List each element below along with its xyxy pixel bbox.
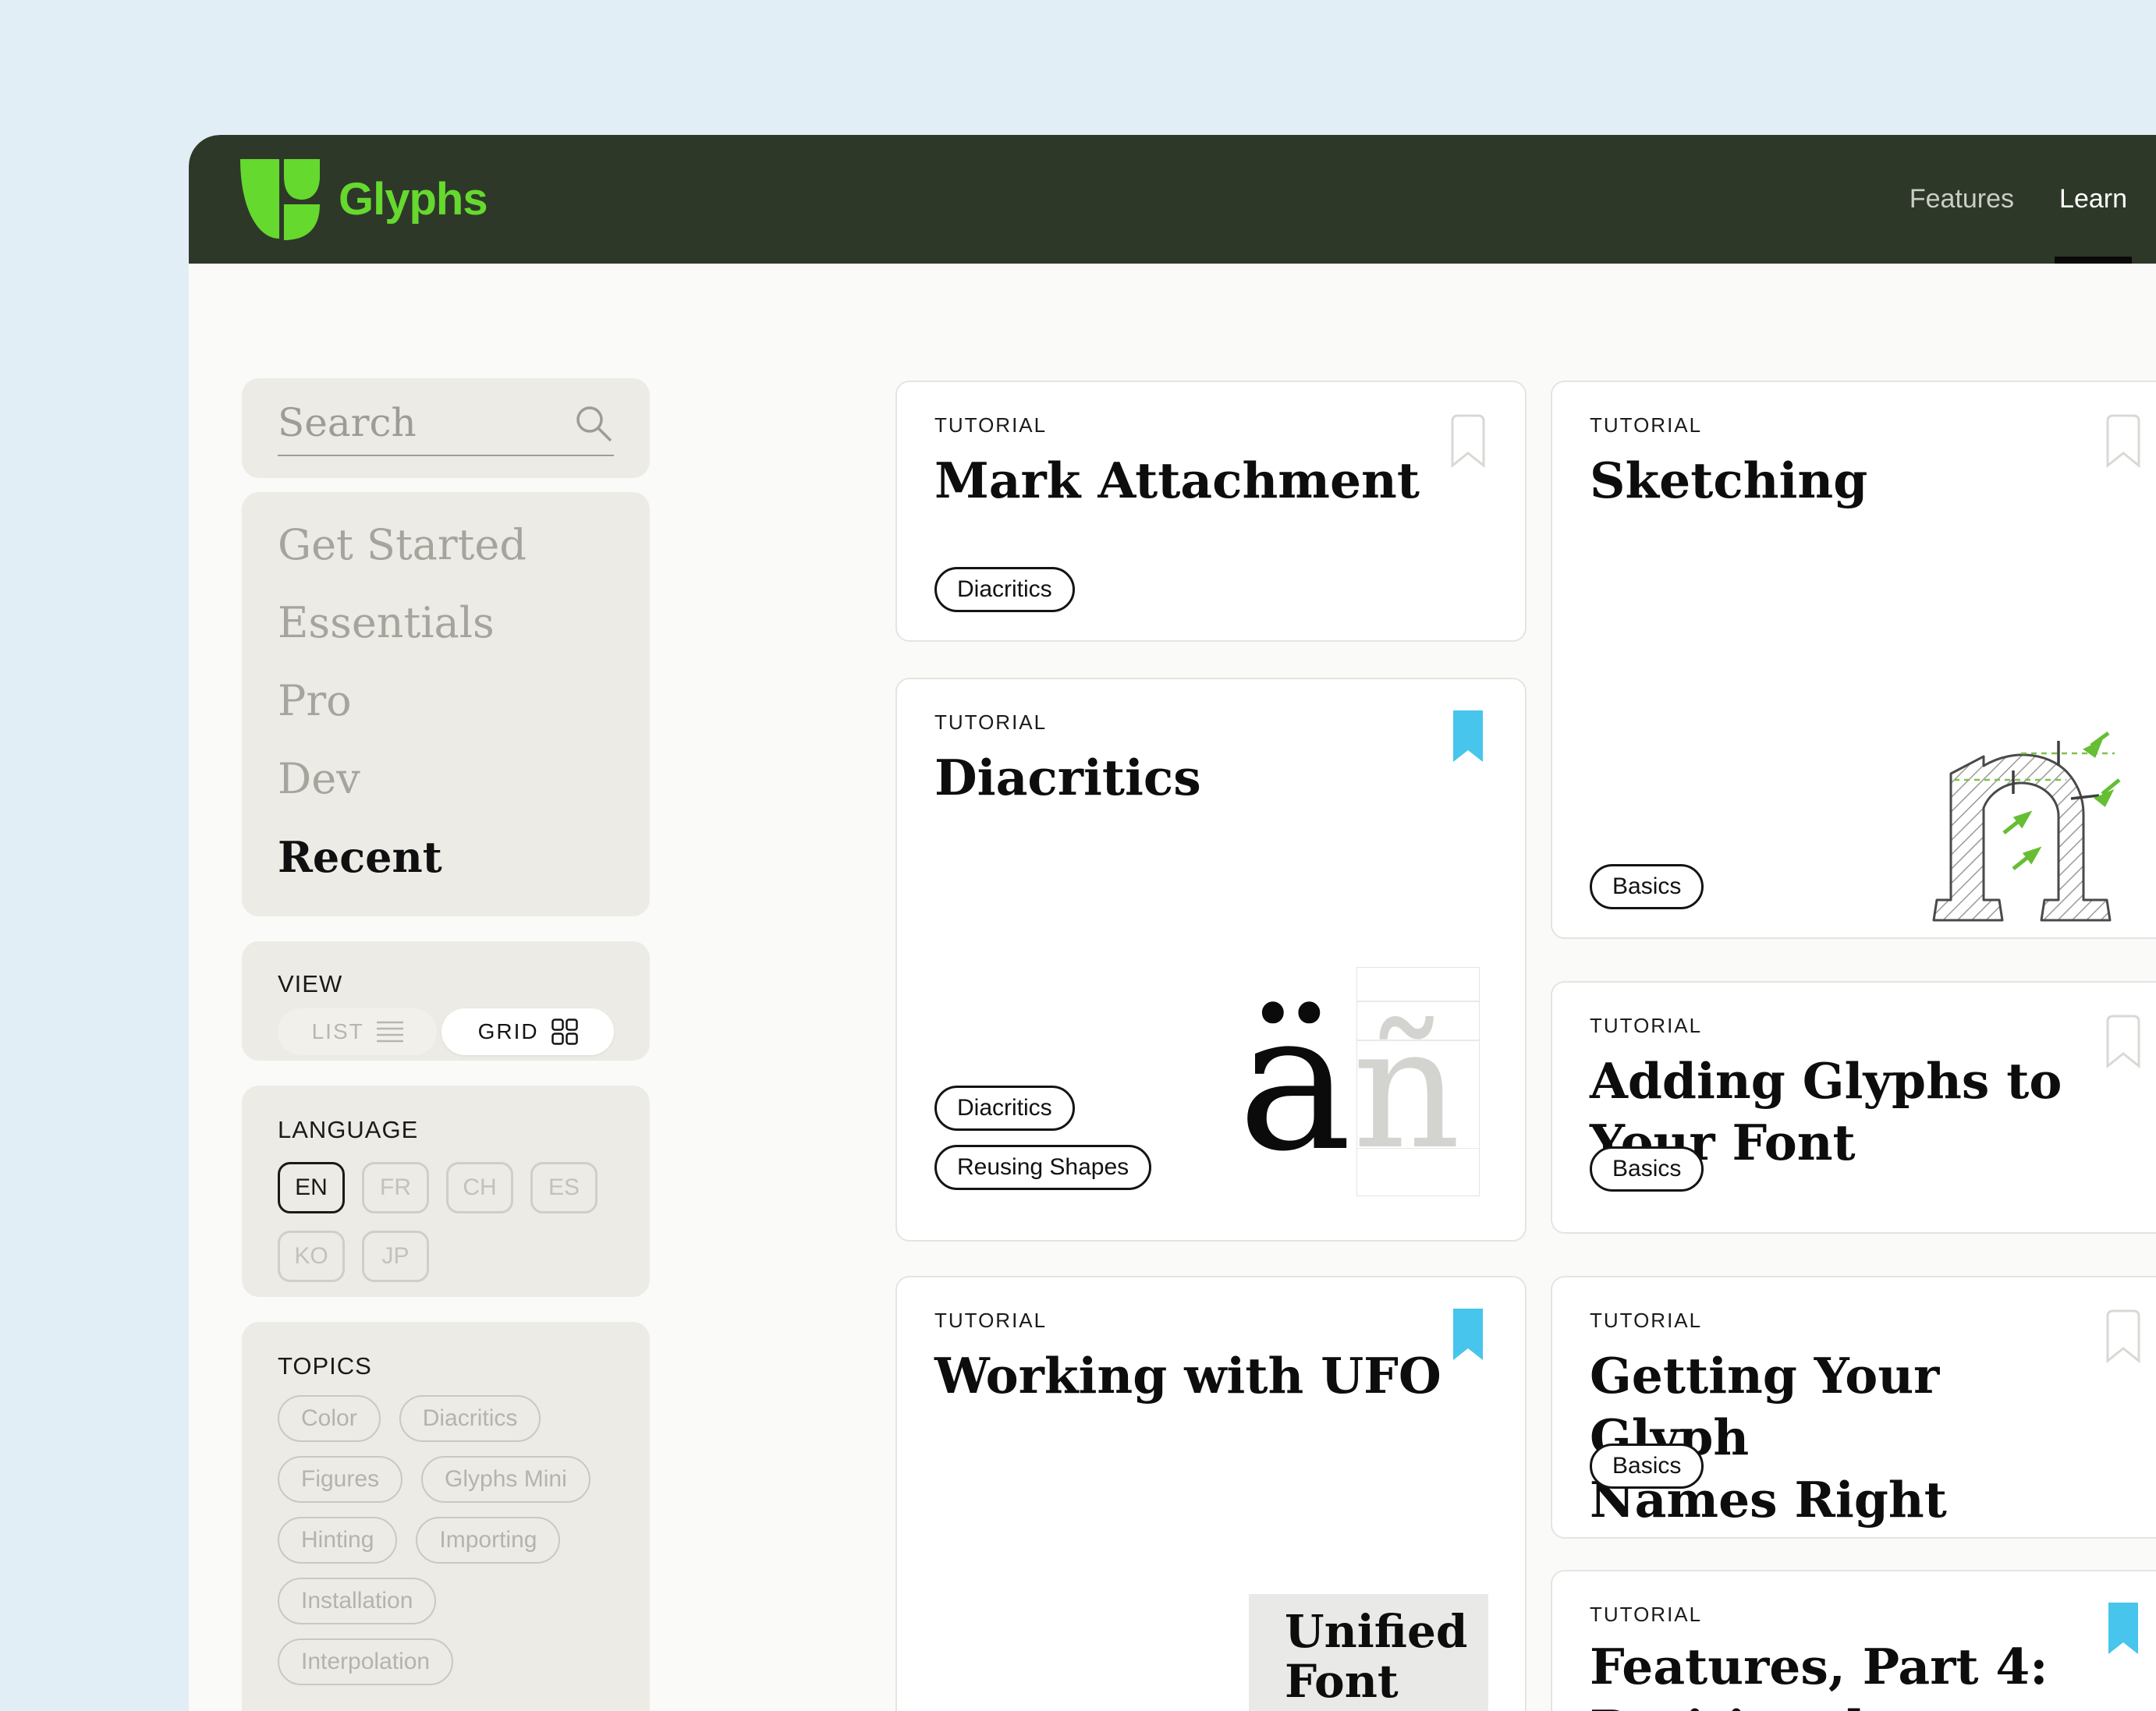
language-en-button[interactable]: EN — [278, 1162, 345, 1213]
card-mark-attachment[interactable]: TUTORIAL Mark Attachment Diacritics — [895, 381, 1527, 642]
bookmark-filled-icon[interactable] — [2105, 1603, 2141, 1657]
card-diacritics[interactable]: TUTORIAL Diacritics ñ ä Diacritics Reusi… — [895, 678, 1527, 1242]
sidebar-item-pro[interactable]: Pro — [278, 662, 614, 740]
nav-features[interactable]: Features — [1910, 135, 2014, 264]
bookmark-outline-icon[interactable] — [1450, 413, 1486, 468]
view-toggle: LIST GRID — [278, 1008, 614, 1055]
view-panel: VIEW LIST GRID — [242, 941, 650, 1061]
card-sketching[interactable]: TUTORIAL Sketching Basics — [1551, 381, 2156, 939]
card-kind: TUTORIAL — [1590, 1309, 1703, 1332]
sidebar: Get Started Essentials Pro Dev Recent VI… — [242, 378, 650, 1711]
tag-reusing-shapes[interactable]: Reusing Shapes — [934, 1145, 1152, 1190]
card-title: Working with UFO — [934, 1347, 1441, 1405]
topic-color[interactable]: Color — [278, 1395, 381, 1442]
search-input[interactable] — [278, 400, 535, 445]
topics-tags: Color Diacritics Figures Glyphs Mini Hin… — [278, 1395, 614, 1685]
topics-panel: TOPICS Color Diacritics Figures Glyphs M… — [242, 1322, 650, 1711]
card-tags: Diacritics Reusing Shapes — [934, 1086, 1152, 1190]
diacritics-figure: ñ ä — [1238, 967, 1480, 1196]
topic-diacritics[interactable]: Diacritics — [399, 1395, 541, 1442]
search-field[interactable] — [278, 400, 614, 456]
view-label: VIEW — [278, 970, 343, 997]
black-adieresis-glyph: ä — [1238, 971, 1353, 1193]
bookmark-outline-icon[interactable] — [2105, 1014, 2141, 1068]
list-icon — [376, 1021, 403, 1043]
view-grid-label: GRID — [477, 1019, 539, 1043]
card-adding-glyphs[interactable]: TUTORIAL Adding Glyphs to Your Font Basi… — [1551, 981, 2156, 1234]
language-row-2: KO JP — [278, 1231, 614, 1282]
language-label: LANGUAGE — [278, 1116, 419, 1143]
card-tags: Basics — [1590, 864, 1704, 909]
bookmark-filled-icon[interactable] — [1450, 1309, 1486, 1363]
card-title: Sketching — [1590, 452, 1868, 509]
card-title: Mark Attachment — [934, 452, 1420, 509]
topics-label: TOPICS — [278, 1352, 372, 1380]
ufo-text-line: Font — [1285, 1655, 1399, 1708]
language-row-1: EN FR CH ES — [278, 1162, 614, 1213]
language-es-button[interactable]: ES — [530, 1162, 598, 1213]
site-header: Glyphs Features Learn — [189, 135, 2156, 264]
topic-interpolation[interactable]: Interpolation — [278, 1638, 454, 1685]
bookmark-outline-icon[interactable] — [2105, 413, 2141, 468]
topic-importing[interactable]: Importing — [416, 1517, 561, 1564]
card-kind: TUTORIAL — [934, 710, 1048, 734]
view-list-label: LIST — [311, 1019, 364, 1043]
tag-basics[interactable]: Basics — [1590, 1444, 1704, 1489]
card-features-part-4[interactable]: TUTORIAL Features, Part 4: Positional Al… — [1551, 1570, 2156, 1711]
card-getting-glyph-names[interactable]: TUTORIAL Getting Your Glyph Names Right … — [1551, 1276, 2156, 1539]
search-icon[interactable] — [575, 405, 614, 444]
card-kind: TUTORIAL — [934, 413, 1048, 437]
topic-figures[interactable]: Figures — [278, 1456, 403, 1503]
ufo-text-line: Object — [1285, 1706, 1488, 1711]
tag-basics[interactable]: Basics — [1590, 864, 1704, 909]
page-window: Glyphs Features Learn Get Started Essent… — [189, 135, 2156, 1711]
bookmark-outline-icon[interactable] — [2105, 1309, 2141, 1363]
card-title: Diacritics — [934, 749, 1201, 806]
card-kind: TUTORIAL — [934, 1309, 1048, 1332]
card-tags: Diacritics — [934, 567, 1075, 612]
card-column-2: TUTORIAL Sketching Basics TUTORIAL Addin… — [1551, 381, 2156, 1711]
topic-installation[interactable]: Installation — [278, 1578, 437, 1624]
topic-hinting[interactable]: Hinting — [278, 1517, 398, 1564]
grid-icon — [551, 1018, 578, 1045]
glyph-box: ñ — [1353, 967, 1480, 1196]
language-jp-button[interactable]: JP — [362, 1231, 429, 1282]
section-nav-panel: Get Started Essentials Pro Dev Recent — [242, 492, 650, 916]
card-tags: Basics — [1590, 1146, 1704, 1192]
ufo-text-line: Unified — [1285, 1605, 1468, 1658]
search-panel — [242, 378, 650, 478]
card-title: Features, Part 4: Positional Alternates — [1590, 1638, 2048, 1711]
tag-diacritics[interactable]: Diacritics — [934, 567, 1075, 612]
bookmark-filled-icon[interactable] — [1450, 710, 1486, 765]
glyphs-logo[interactable]: Glyphs — [240, 158, 488, 240]
view-list-button[interactable]: LIST — [278, 1008, 438, 1055]
sidebar-item-essentials[interactable]: Essentials — [278, 584, 614, 662]
header-nav: Features Learn — [1910, 135, 2156, 264]
language-fr-button[interactable]: FR — [362, 1162, 429, 1213]
topic-glyphs-mini[interactable]: Glyphs Mini — [421, 1456, 590, 1503]
card-working-with-ufo[interactable]: TUTORIAL Working with UFO Unified Font O… — [895, 1276, 1527, 1711]
sketch-n-figure — [1906, 699, 2126, 933]
sidebar-item-get-started[interactable]: Get Started — [278, 506, 614, 584]
card-kind: TUTORIAL — [1590, 1603, 1703, 1626]
tag-basics[interactable]: Basics — [1590, 1146, 1704, 1192]
card-column-1: TUTORIAL Mark Attachment Diacritics TUTO… — [895, 381, 1527, 1711]
language-ch-button[interactable]: CH — [446, 1162, 513, 1213]
ufo-figure: Unified Font Object — [1249, 1594, 1488, 1711]
sidebar-item-dev[interactable]: Dev — [278, 740, 614, 818]
brand-wordmark: Glyphs — [339, 174, 488, 225]
language-ko-button[interactable]: KO — [278, 1231, 345, 1282]
gray-ntilde-glyph: ñ — [1353, 990, 1461, 1186]
card-title: Getting Your Glyph Names Right — [1590, 1347, 1947, 1529]
language-panel: LANGUAGE EN FR CH ES KO JP — [242, 1086, 650, 1297]
tag-diacritics[interactable]: Diacritics — [934, 1086, 1075, 1131]
card-kind: TUTORIAL — [1590, 413, 1703, 437]
view-grid-button[interactable]: GRID — [441, 1008, 614, 1055]
glyphs-logo-icon — [240, 158, 320, 240]
nav-learn[interactable]: Learn — [2055, 135, 2132, 264]
card-tags: Basics — [1590, 1444, 1704, 1489]
card-kind: TUTORIAL — [1590, 1014, 1703, 1037]
sidebar-item-recent[interactable]: Recent — [278, 818, 614, 896]
sketched-letter-n — [1932, 731, 2121, 922]
